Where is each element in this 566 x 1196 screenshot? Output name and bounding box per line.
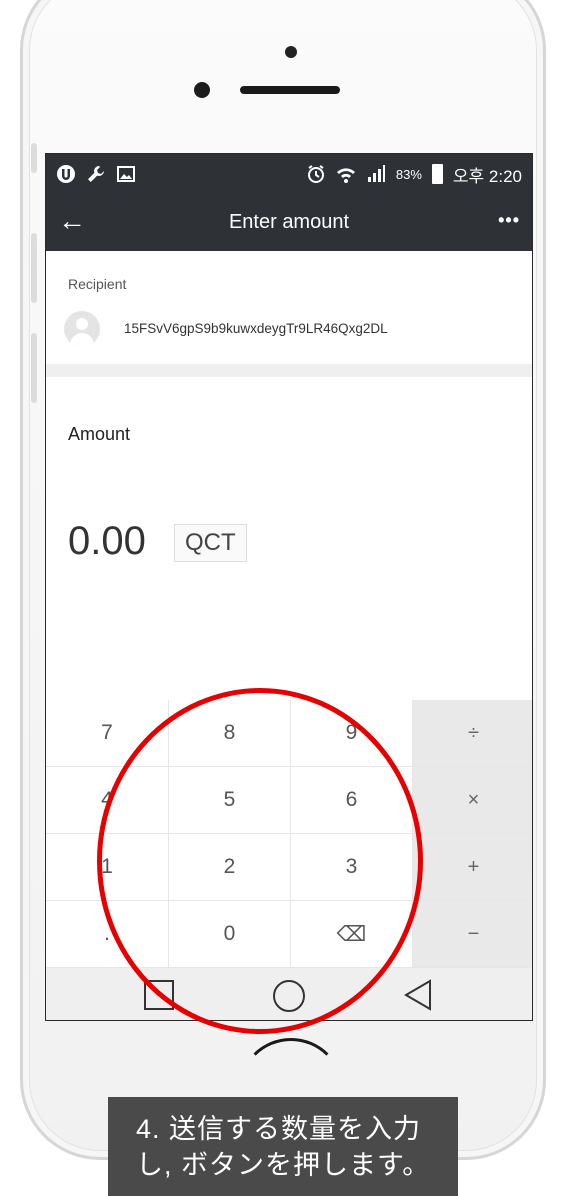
back-arrow-icon[interactable]: ← (58, 206, 86, 236)
sensor-dot (285, 46, 297, 58)
annotation-circle (97, 688, 423, 1034)
battery-icon (431, 164, 443, 184)
back-triangle-icon[interactable] (402, 978, 434, 1012)
section-divider (46, 364, 532, 377)
earpiece-speaker (240, 86, 340, 94)
status-bar: 83% 오후 2:20 (46, 154, 532, 194)
key-multiply[interactable]: × (413, 767, 532, 834)
battery-percent: 83% (395, 166, 422, 182)
page-title: Enter amount (228, 211, 350, 233)
wrench-icon (88, 166, 104, 182)
front-camera-icon (194, 82, 210, 98)
caption-line-1: 4. 送信する数量を入力 (136, 1114, 422, 1144)
caption-box: 4. 送信する数量を入力 し, ボタンを押します。 (108, 1097, 458, 1196)
clock: 오후 2:20 (452, 166, 522, 186)
amount-label: Amount (68, 424, 131, 444)
app-icon (57, 165, 75, 183)
amount-value[interactable]: 0.00 (68, 519, 146, 564)
wifi-icon (336, 168, 355, 183)
more-options-icon[interactable]: ••• (498, 210, 520, 231)
recipient-label: Recipient (68, 276, 127, 292)
caption-line-2: し, ボタンを押します。 (136, 1150, 431, 1180)
volume-down-button (31, 333, 37, 403)
avatar (64, 311, 100, 347)
key-divide[interactable]: ÷ (413, 700, 532, 767)
volume-up-button (31, 233, 37, 303)
key-plus[interactable]: + (413, 834, 532, 901)
side-button (31, 143, 37, 173)
currency-badge[interactable]: QCT (174, 524, 247, 562)
recipient-address: 15FSvV6gpS9b9kuwxdeygTr9LR46Qxg2DL (124, 321, 388, 336)
alarm-icon (307, 165, 324, 183)
key-minus[interactable]: − (413, 901, 532, 968)
signal-icon (367, 165, 385, 182)
app-bar: ← Enter amount ••• (46, 194, 532, 251)
image-icon (117, 166, 135, 182)
